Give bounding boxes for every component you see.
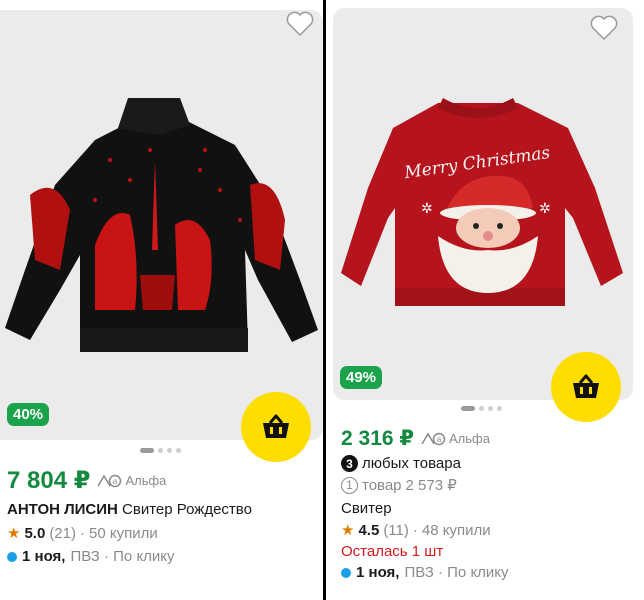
delivery-date: 1 ноя, xyxy=(356,564,400,581)
product-photo[interactable] xyxy=(0,10,323,440)
carousel-dots xyxy=(140,448,181,453)
single-offer: 1 товар 2 573 ₽ xyxy=(341,476,509,494)
single-price: 2 573 ₽ xyxy=(405,477,457,494)
svg-text:✲: ✲ xyxy=(539,201,551,217)
product-name[interactable]: Свитер xyxy=(341,500,509,517)
product-photo[interactable]: Merry Christmas ✲ ✲ xyxy=(333,8,633,400)
delivery-info: 1 ноя, ПВЗ · По клику xyxy=(7,548,252,565)
product-name: Свитер Рождество xyxy=(122,501,252,518)
alfa-icon: a xyxy=(421,432,446,445)
product-info: 2 316 ₽ a Альфа 3 любых товара 1 товар 2… xyxy=(341,426,509,581)
bought-count: 48 купили xyxy=(421,521,491,539)
rating-score: 5.0 xyxy=(24,524,46,542)
alfa-icon: a xyxy=(97,474,122,487)
stock-warning: Осталась 1 шт xyxy=(341,543,444,560)
heart-icon[interactable] xyxy=(589,14,619,42)
price: 7 804 ₽ xyxy=(7,467,91,494)
add-to-cart-button[interactable] xyxy=(551,352,621,422)
heart-icon[interactable] xyxy=(285,10,315,38)
delivery-info: 1 ноя, ПВЗ · По клику xyxy=(341,564,509,581)
star-icon: ★ xyxy=(341,522,355,539)
alfa-badge: a Альфа xyxy=(420,431,490,446)
brand-name: АНТОН ЛИСИН xyxy=(7,501,118,518)
sweater-image xyxy=(5,98,318,352)
discount-badge: 40% xyxy=(7,403,50,426)
carousel-dots xyxy=(461,406,502,411)
rating-score: 4.5 xyxy=(358,521,380,539)
discount-badge: 49% xyxy=(340,366,383,389)
cart-icon xyxy=(263,414,289,438)
delivery-dot-icon xyxy=(341,567,351,578)
bundle-count: 3 xyxy=(341,455,358,472)
rating-row: ★ 4.5 (11) · 48 купили xyxy=(341,521,491,540)
product-card-2[interactable]: Merry Christmas ✲ ✲ 49% 2 316 ₽ a Альфа … xyxy=(333,0,633,600)
review-count: (11) xyxy=(383,521,409,539)
delivery-date: 1 ноя, xyxy=(22,548,66,565)
product-card-1[interactable]: 40% 7 804 ₽ a Альфа АНТОН ЛИСИН Свитер Р… xyxy=(0,0,323,600)
bundle-text: любых товара xyxy=(362,455,461,472)
alfa-badge: a Альфа xyxy=(96,473,166,488)
column-divider xyxy=(323,0,326,600)
star-icon: ★ xyxy=(7,525,21,542)
sweater-image: Merry Christmas ✲ ✲ xyxy=(341,98,623,306)
svg-text:a: a xyxy=(113,477,118,486)
delivery-method: ПВЗ · По клику xyxy=(70,548,175,565)
bundle-offer[interactable]: 3 любых товара xyxy=(341,455,509,472)
delivery-method: ПВЗ · По клику xyxy=(404,564,509,581)
svg-text:✲: ✲ xyxy=(421,201,433,217)
bought-count: 50 купили xyxy=(89,524,158,542)
single-count: 1 xyxy=(341,476,358,494)
product-title[interactable]: АНТОН ЛИСИН Свитер Рождество xyxy=(7,501,252,518)
svg-text:a: a xyxy=(437,435,442,444)
rating-row: ★ 5.0 (21) · 50 купили xyxy=(7,524,158,543)
delivery-dot-icon xyxy=(7,551,17,562)
add-to-cart-button[interactable] xyxy=(241,392,311,462)
price: 2 316 ₽ xyxy=(341,427,414,450)
review-count: (21) xyxy=(49,524,76,542)
product-info: 7 804 ₽ a Альфа АНТОН ЛИСИН Свитер Рожде… xyxy=(7,466,252,565)
cart-icon xyxy=(573,374,599,398)
single-text: товар xyxy=(362,476,402,494)
